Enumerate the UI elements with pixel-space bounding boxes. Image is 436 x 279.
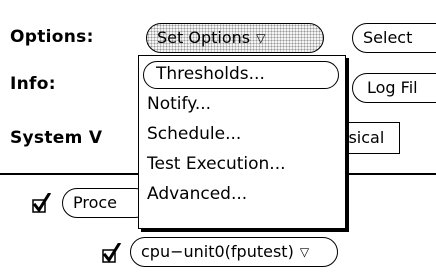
set-options-label: Set Options (157, 28, 251, 47)
dropdown-arrow-icon: ▽ (256, 31, 266, 45)
log-files-label: Log Fil (367, 78, 418, 97)
cpu-unit-button[interactable]: cpu−unit0(fputest) ▽ (130, 237, 338, 267)
info-label: Info: (10, 74, 56, 94)
select-button[interactable]: Select (352, 23, 436, 53)
options-label: Options: (10, 27, 94, 47)
log-files-button[interactable]: Log Fil (352, 73, 436, 103)
set-options-button[interactable]: Set Options ▽ (146, 23, 324, 53)
processors-checkbox[interactable] (32, 193, 52, 213)
options-panel: Options: Set Options ▽ Select Info: Log F… (0, 0, 436, 279)
set-options-menu: Thresholds... Notify... Schedule... Test… (138, 55, 346, 229)
processors-label: Proce (73, 193, 118, 212)
menu-item-thresholds[interactable]: Thresholds... (143, 61, 339, 89)
dropdown-arrow-icon: ▽ (299, 245, 310, 259)
cpu-unit-label: cpu−unit0(fputest) (141, 242, 294, 261)
cpu-unit-checkbox[interactable] (102, 243, 122, 263)
menu-item-schedule[interactable]: Schedule... (147, 120, 241, 148)
menu-item-advanced[interactable]: Advanced... (147, 180, 247, 208)
processors-button[interactable]: Proce (62, 188, 150, 218)
select-label: Select (363, 28, 413, 47)
system-view-label: System V (10, 128, 103, 148)
menu-item-test-execution[interactable]: Test Execution... (147, 150, 286, 178)
menu-item-notify[interactable]: Notify... (147, 90, 211, 118)
